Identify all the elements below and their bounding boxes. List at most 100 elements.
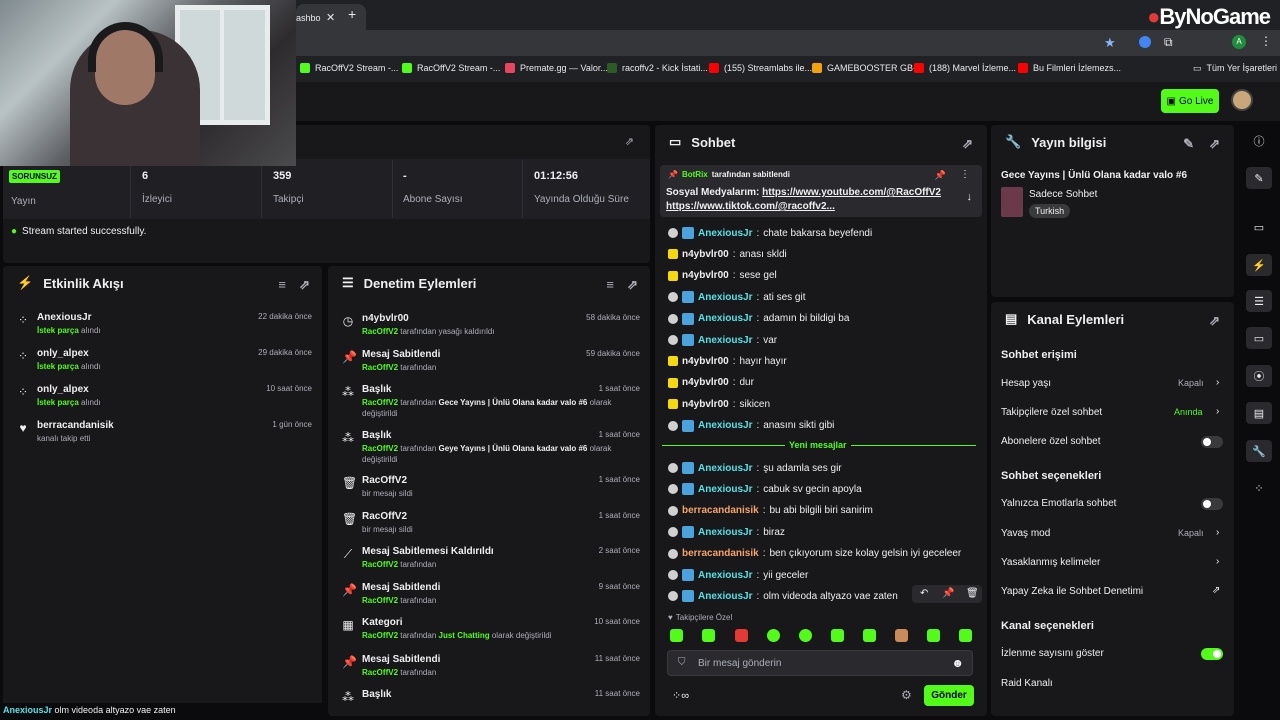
chat-username[interactable]: berracandanisik xyxy=(682,548,759,559)
option-banned-words[interactable]: Yasaklanmış kelimeler xyxy=(1001,557,1100,568)
emote[interactable] xyxy=(895,629,908,642)
channel-icon[interactable]: ▤ xyxy=(1246,402,1272,424)
menu-icon[interactable]: ⋮ xyxy=(1260,34,1272,48)
chat-message[interactable]: AnexiousJr: var xyxy=(668,333,777,347)
popout-icon[interactable]: ⇗ xyxy=(1209,136,1220,152)
chat-username[interactable]: AnexiousJr xyxy=(698,292,752,303)
chevron-right-icon[interactable]: › xyxy=(1216,527,1219,538)
chat-message[interactable]: n4ybvlr00: sikicen xyxy=(668,397,770,411)
chat-username[interactable]: n4ybvlr00 xyxy=(682,270,729,281)
profile-icon[interactable]: A xyxy=(1232,35,1246,49)
external-link-icon[interactable]: ⇗ xyxy=(1212,585,1220,596)
close-icon[interactable]: ✕ xyxy=(326,11,335,24)
chat-username[interactable]: AnexiousJr xyxy=(698,527,752,538)
avatar[interactable] xyxy=(1231,89,1253,111)
filter-icon[interactable]: ≡ xyxy=(606,277,614,292)
bookmark-item[interactable]: racoffv2 - Kick İstati... xyxy=(607,59,708,77)
bookmark-item[interactable]: RacOffV2 Stream -... xyxy=(402,59,500,77)
edit-icon[interactable]: ✎ xyxy=(1183,136,1194,152)
chat-username[interactable]: AnexiousJr xyxy=(698,484,752,495)
chat-message[interactable]: n4ybvlr00: anası skldi xyxy=(668,247,787,261)
chevron-right-icon[interactable]: › xyxy=(1216,556,1219,567)
wrench-icon[interactable]: 🔧 xyxy=(1246,440,1272,462)
chevron-right-icon[interactable]: › xyxy=(1216,406,1219,417)
chat-message[interactable]: AnexiousJr: ati ses git xyxy=(668,290,806,304)
trash-icon[interactable]: 🗑 xyxy=(966,588,979,599)
chat-message[interactable]: AnexiousJr: yii geceler xyxy=(668,568,808,582)
chevron-right-icon[interactable]: › xyxy=(1216,377,1219,388)
more-icon[interactable]: ⋮ xyxy=(960,169,970,180)
chat-username[interactable]: n4ybvlr00 xyxy=(682,249,729,260)
points-icon[interactable]: ⁘∞ xyxy=(672,689,689,702)
unpin-button[interactable]: 📌 xyxy=(935,170,946,181)
option-slow-mode[interactable]: Yavaş mod xyxy=(1001,528,1050,539)
filter-icon[interactable]: ≡ xyxy=(278,277,286,292)
info-icon[interactable]: ⓘ xyxy=(1246,130,1272,152)
bookmark-item[interactable]: GAMEBOOSTER GB-... xyxy=(812,59,924,77)
emote[interactable] xyxy=(702,629,715,642)
expand-icon[interactable]: ↓ xyxy=(967,191,973,203)
bookmark-item[interactable]: RacOffV2 Stream -... xyxy=(300,59,398,77)
option-account-age[interactable]: Hesap yaşı xyxy=(1001,378,1051,389)
chat-message[interactable]: n4ybvlr00: hayır hayır xyxy=(668,354,787,368)
bookmark-all[interactable]: ▭ Tüm Yer İşaretleri xyxy=(1193,59,1277,77)
option-raid-channel[interactable]: Raid Kanalı xyxy=(1001,678,1053,689)
pin-icon[interactable]: 📌 xyxy=(942,588,954,599)
chat-message[interactable]: AnexiousJr: anasını sikti gibi xyxy=(668,419,834,433)
chat-icon[interactable]: ▭ xyxy=(1246,327,1272,349)
chat-username[interactable]: AnexiousJr xyxy=(698,463,752,474)
gear-icon[interactable]: ⚙ xyxy=(901,688,912,702)
broadcast-icon[interactable]: ⦿ xyxy=(1246,365,1272,387)
chat-input[interactable]: ⛉ Bir mesaj gönderin ☻ xyxy=(667,650,973,676)
go-live-button[interactable]: ▣ Go Live xyxy=(1161,89,1219,113)
chat-message[interactable]: AnexiousJr: chate bakarsa beyefendi xyxy=(668,226,872,240)
chat-message[interactable]: AnexiousJr: cabuk sv gecin apoyla xyxy=(668,482,862,496)
chat-username[interactable]: AnexiousJr xyxy=(698,313,752,324)
bolt-icon[interactable]: ⚡ xyxy=(1246,254,1272,276)
emote[interactable] xyxy=(959,629,972,642)
chat-username[interactable]: AnexiousJr xyxy=(698,228,752,239)
chat-username[interactable]: AnexiousJr xyxy=(698,591,752,602)
chat-message[interactable]: n4ybvlr00: dur xyxy=(668,376,754,390)
emote[interactable] xyxy=(767,629,780,642)
bookmark-item[interactable]: Premate.gg — Valor... xyxy=(505,59,608,77)
option-ai-moderation[interactable]: Yapay Zeka ile Sohbet Denetimi xyxy=(1001,586,1143,597)
popout-icon[interactable]: ⇗ xyxy=(1209,313,1220,329)
url-bar[interactable]: ★ ⧉ A ⋮ xyxy=(296,30,1280,56)
chat-message[interactable]: AnexiousJr: adamın bi bildigi ba xyxy=(668,312,849,326)
popout-icon[interactable]: ⇗ xyxy=(299,277,310,293)
chat-username[interactable]: berracandanisik xyxy=(682,505,759,516)
video-icon[interactable]: ▭ xyxy=(1246,216,1272,238)
emote[interactable] xyxy=(831,629,844,642)
bookmark-item[interactable]: (155) Streamlabs ile... xyxy=(709,59,812,77)
popout-icon[interactable]: ⇗ xyxy=(625,135,634,148)
bookmark-item[interactable]: Bu Filmleri İzlemezs... xyxy=(1018,59,1121,77)
extension-icon[interactable] xyxy=(1139,36,1151,48)
chat-message[interactable]: berracandanisik: bu abi bilgili biri sani… xyxy=(668,504,873,518)
emote[interactable] xyxy=(863,629,876,642)
emote[interactable] xyxy=(927,629,940,642)
emotes-only-toggle[interactable] xyxy=(1201,498,1223,510)
chat-message[interactable]: AnexiousJr: şu adamla ses gir xyxy=(668,461,842,475)
more-icon[interactable]: ⁘ xyxy=(1246,477,1272,499)
popout-icon[interactable]: ⇗ xyxy=(627,277,638,293)
chat-username[interactable]: n4ybvlr00 xyxy=(682,377,729,388)
pencil-icon[interactable]: ✎ xyxy=(1246,167,1272,189)
chat-username[interactable]: n4ybvlr00 xyxy=(682,399,729,410)
send-button[interactable]: Gönder xyxy=(924,685,974,706)
puzzle-icon[interactable]: ⧉ xyxy=(1164,35,1173,50)
emote[interactable] xyxy=(670,629,683,642)
emote[interactable] xyxy=(735,629,748,642)
emoji-icon[interactable]: ☻ xyxy=(951,656,964,670)
show-viewers-toggle[interactable] xyxy=(1201,648,1223,660)
chat-username[interactable]: n4ybvlr00 xyxy=(682,356,729,367)
new-tab-icon[interactable]: + xyxy=(348,6,356,22)
chat-username[interactable]: AnexiousJr xyxy=(698,335,752,346)
popout-icon[interactable]: ⇗ xyxy=(962,136,973,152)
emote[interactable] xyxy=(799,629,812,642)
reply-icon[interactable]: ↶ xyxy=(920,588,928,599)
list-icon[interactable]: ☰ xyxy=(1246,290,1272,312)
chat-username[interactable]: AnexiousJr xyxy=(698,570,752,581)
chat-message[interactable]: AnexiousJr: olm videoda altyazo vae zaten xyxy=(668,589,898,603)
option-followers-only[interactable]: Takipçilere özel sohbet xyxy=(1001,407,1102,418)
